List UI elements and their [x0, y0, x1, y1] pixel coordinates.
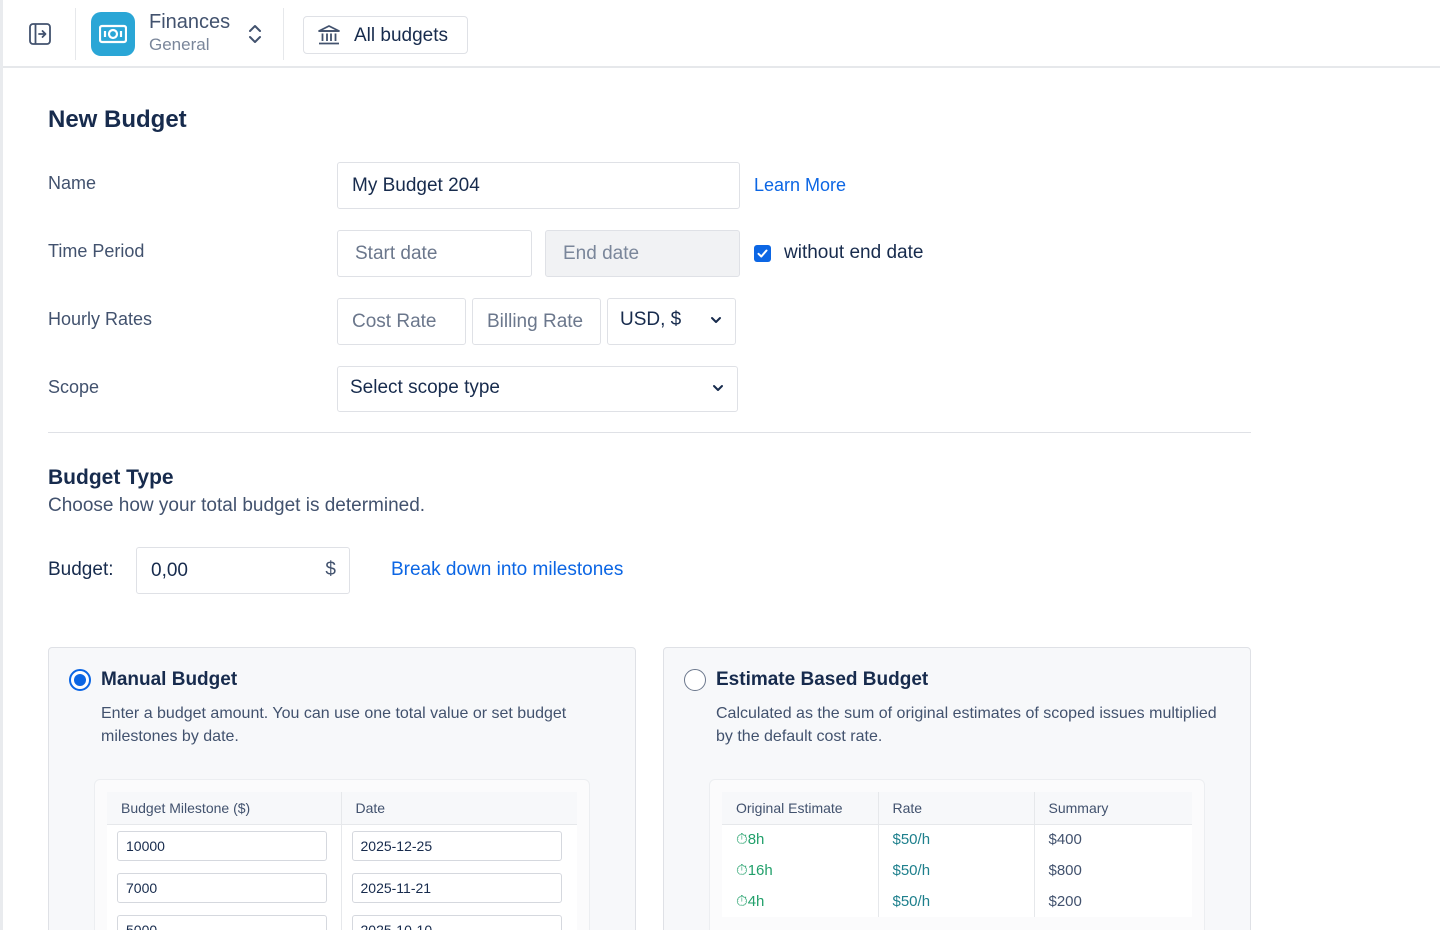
table-row: ⏱16h $50/h $800	[722, 855, 1192, 886]
app-subtitle: General	[149, 35, 210, 54]
without-end-date-label[interactable]: without end date	[784, 242, 923, 264]
scope-select[interactable]: Select scope type	[337, 366, 738, 412]
scope-value: Select scope type	[350, 377, 500, 398]
name-label: Name	[48, 173, 97, 193]
budget-type-subtitle: Choose how your total budget is determin…	[48, 495, 426, 516]
page-title: New Budget	[48, 106, 187, 133]
milestone-date-input[interactable]	[351, 872, 562, 903]
estimate-budget-title: Estimate Based Budget	[716, 669, 929, 690]
hourly-rates-label: Hourly Rates	[48, 309, 153, 329]
manual-budget-description: Enter a budget amount. You can use one t…	[101, 705, 567, 745]
summary-cell: $400	[1048, 831, 1082, 849]
table-header: Date	[341, 792, 577, 825]
rate-cell: $50/h	[878, 855, 1035, 886]
milestone-amount-input[interactable]	[117, 830, 327, 861]
section-divider	[48, 432, 1251, 433]
table-row: ⏱8h $50/h $400	[722, 824, 1192, 855]
chevron-updown-icon[interactable]	[247, 22, 263, 46]
end-date-input[interactable]	[545, 230, 740, 277]
estimate-cell: ⏱8h	[722, 824, 879, 855]
currency-symbol: $	[325, 559, 336, 580]
table-header: Summary	[1034, 792, 1192, 825]
manual-budget-preview: Budget Milestone ($) Date	[94, 779, 590, 930]
top-bar: Finances General All budgets	[3, 0, 1440, 68]
stopwatch-icon: ⏱	[736, 831, 748, 849]
estimate-value: 8h	[747, 831, 765, 849]
estimate-cell: ⏱4h	[722, 886, 879, 917]
without-end-date-checkbox[interactable]	[754, 245, 771, 262]
manual-budget-radio[interactable]	[69, 669, 91, 691]
estimate-budget-description: Calculated as the sum of original estima…	[716, 705, 1217, 745]
budget-amount-input[interactable]	[137, 548, 317, 593]
table-header: Original Estimate	[722, 792, 879, 825]
table-row	[107, 860, 577, 903]
table-row: ⏱4h $50/h $200	[722, 886, 1192, 917]
estimate-budget-radio[interactable]	[684, 669, 706, 691]
chevron-down-icon	[713, 385, 723, 391]
billing-rate-input[interactable]	[472, 298, 601, 345]
budget-amount-label: Budget:	[48, 559, 114, 580]
finances-logo-icon	[91, 12, 135, 56]
table-header: Budget Milestone ($)	[107, 792, 342, 825]
estimate-cell: ⏱16h	[722, 855, 879, 886]
currency-select[interactable]: USD, $	[607, 298, 736, 345]
currency-value: USD, $	[620, 309, 682, 330]
milestone-amount-input[interactable]	[117, 914, 327, 930]
milestone-amount-input[interactable]	[117, 872, 327, 903]
app-root: Finances General All budgets New Budget …	[0, 0, 1440, 930]
stopwatch-icon: ⏱	[736, 893, 748, 910]
table-row	[107, 902, 577, 930]
rate-cell: $50/h	[878, 886, 1035, 917]
budget-name-input[interactable]	[337, 162, 740, 209]
estimate-table: Original Estimate Rate Summary ⏱8h $50/h…	[722, 792, 1192, 917]
milestone-table: Budget Milestone ($) Date	[107, 792, 577, 930]
stopwatch-icon: ⏱	[736, 862, 748, 879]
budget-amount-field: $	[136, 547, 350, 594]
summary-cell: $800	[1048, 862, 1082, 879]
learn-more-link[interactable]: Learn More	[754, 175, 846, 196]
table-header: Rate	[878, 792, 1035, 825]
start-date-input[interactable]	[337, 230, 532, 277]
cost-rate-input[interactable]	[337, 298, 466, 345]
budget-type-title: Budget Type	[48, 466, 174, 489]
expand-sidebar-icon[interactable]	[27, 21, 53, 47]
topbar-divider	[75, 8, 76, 60]
table-row	[107, 824, 577, 861]
milestone-date-input[interactable]	[351, 830, 562, 861]
manual-budget-card[interactable]: Manual Budget Enter a budget amount. You…	[48, 647, 636, 930]
summary-cell: $200	[1048, 893, 1082, 910]
estimate-budget-card[interactable]: Estimate Based Budget Calculated as the …	[663, 647, 1251, 930]
break-down-milestones-link[interactable]: Break down into milestones	[391, 559, 623, 581]
time-period-label: Time Period	[48, 241, 145, 261]
milestone-date-input[interactable]	[351, 914, 562, 930]
checkmark-icon	[757, 249, 768, 258]
topbar-divider	[283, 8, 284, 60]
chevron-down-icon	[711, 317, 721, 323]
estimate-value: 16h	[747, 862, 773, 879]
all-budgets-label: All budgets	[354, 25, 449, 46]
all-budgets-button[interactable]: All budgets	[303, 16, 468, 54]
manual-budget-title: Manual Budget	[101, 669, 238, 690]
app-name: Finances	[149, 11, 231, 33]
scope-label: Scope	[48, 377, 100, 397]
estimate-value: 4h	[747, 893, 765, 910]
bank-icon	[317, 24, 341, 51]
rate-cell: $50/h	[878, 824, 1035, 855]
estimate-budget-preview: Original Estimate Rate Summary ⏱8h $50/h…	[709, 779, 1205, 930]
